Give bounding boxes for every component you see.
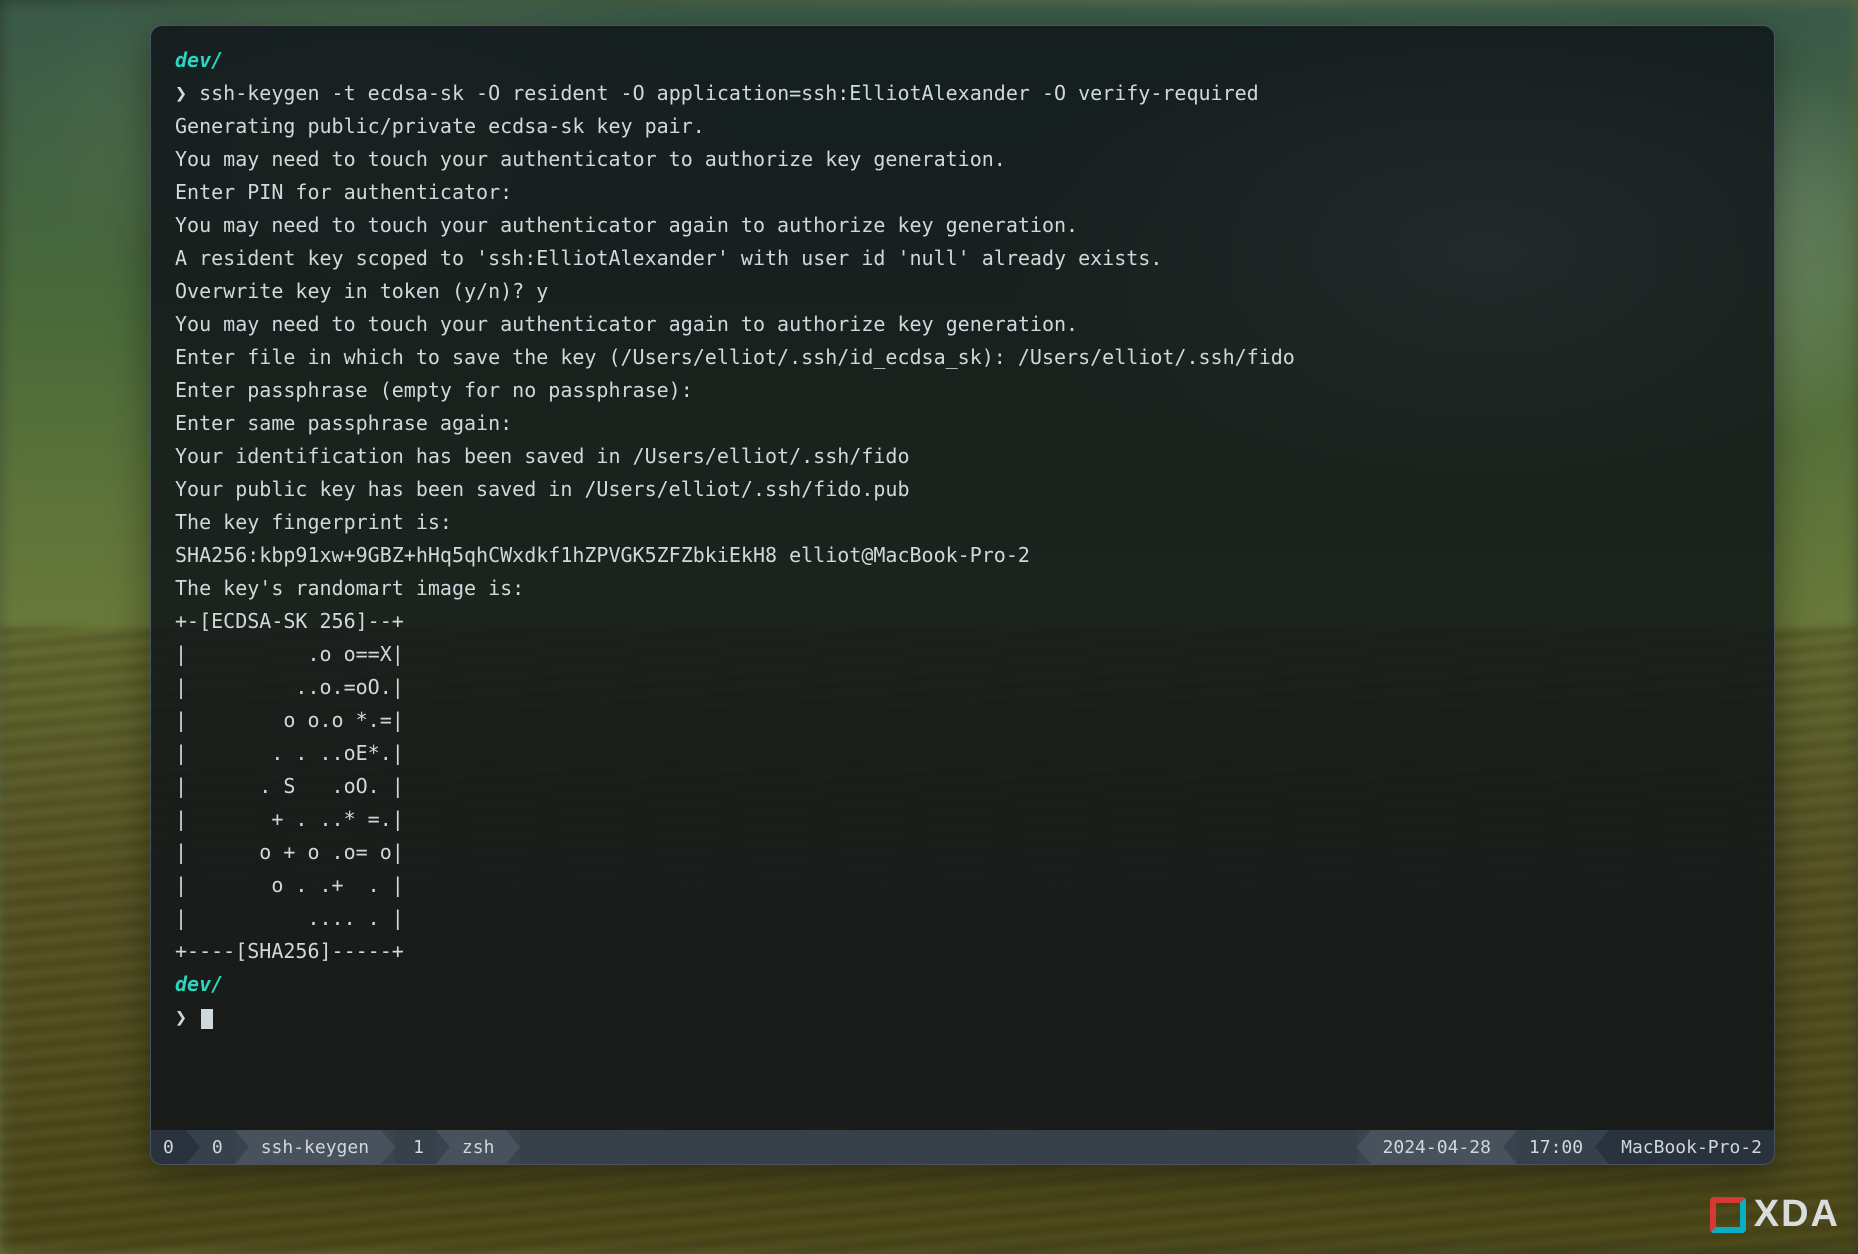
separator-icon [1595, 1130, 1609, 1164]
randomart-line: | .o o==X| [175, 638, 1750, 671]
output-line: Your public key has been saved in /Users… [175, 473, 1750, 506]
output-line: Enter file in which to save the key (/Us… [175, 341, 1750, 374]
separator-icon [436, 1130, 450, 1164]
separator-icon [235, 1130, 249, 1164]
status-session-index[interactable]: 0 [151, 1130, 186, 1164]
prompt-symbol: ❯ [175, 81, 187, 105]
tmux-status-bar[interactable]: 0 0 ssh-keygen 1 zsh 2024-04-28 17:00 Ma… [151, 1130, 1774, 1164]
watermark-text: XDA [1754, 1193, 1840, 1236]
output-line: Your identification has been saved in /U… [175, 440, 1750, 473]
randomart-line: +----[SHA256]-----+ [175, 935, 1750, 968]
output-line: The key's randomart image is: [175, 572, 1750, 605]
watermark: XDA [1710, 1193, 1840, 1236]
command-line-empty[interactable]: ❯ [175, 1001, 1750, 1034]
randomart-line: | o o.o *.=| [175, 704, 1750, 737]
output-line: SHA256:kbp91xw+9GBZ+hHq5qhCWxdkf1hZPVGK5… [175, 539, 1750, 572]
output-line: Enter passphrase (empty for no passphras… [175, 374, 1750, 407]
prompt-path: dev/ [175, 972, 223, 996]
separator-icon [186, 1130, 200, 1164]
prompt-path: dev/ [175, 48, 223, 72]
output-line: Generating public/private ecdsa-sk key p… [175, 110, 1750, 143]
separator-icon [506, 1130, 520, 1164]
status-pane-index[interactable]: 1 [401, 1130, 436, 1164]
output-line: You may need to touch your authenticator… [175, 308, 1750, 341]
status-shell[interactable]: zsh [450, 1130, 507, 1164]
terminal-content[interactable]: dev/ ❯ ssh-keygen -t ecdsa-sk -O residen… [151, 26, 1774, 1130]
status-window-index[interactable]: 0 [200, 1130, 235, 1164]
randomart-line: | + . ..* =.| [175, 803, 1750, 836]
status-right: 2024-04-28 17:00 MacBook-Pro-2 [1357, 1130, 1774, 1164]
status-time: 17:00 [1517, 1130, 1595, 1164]
cursor-icon [201, 1009, 213, 1029]
output-line: You may need to touch your authenticator… [175, 209, 1750, 242]
output-line: Enter PIN for authenticator: [175, 176, 1750, 209]
randomart-line: | . . ..oE*.| [175, 737, 1750, 770]
randomart-line: | . S .oO. | [175, 770, 1750, 803]
prompt-symbol: ❯ [175, 1005, 187, 1029]
output-line: Enter same passphrase again: [175, 407, 1750, 440]
randomart-line: | o + o .o= o| [175, 836, 1750, 869]
output-line: Overwrite key in token (y/n)? y [175, 275, 1750, 308]
status-host: MacBook-Pro-2 [1609, 1130, 1774, 1164]
command-line: ❯ ssh-keygen -t ecdsa-sk -O resident -O … [175, 77, 1750, 110]
xda-logo-icon [1710, 1197, 1746, 1233]
status-left: 0 0 ssh-keygen 1 zsh [151, 1130, 520, 1164]
separator-icon [1357, 1130, 1371, 1164]
randomart-line: +-[ECDSA-SK 256]--+ [175, 605, 1750, 638]
terminal-window[interactable]: dev/ ❯ ssh-keygen -t ecdsa-sk -O residen… [150, 25, 1775, 1165]
status-date: 2024-04-28 [1371, 1130, 1503, 1164]
separator-icon [1503, 1130, 1517, 1164]
output-line: A resident key scoped to 'ssh:ElliotAlex… [175, 242, 1750, 275]
prompt-line-1: dev/ [175, 44, 1750, 77]
output-line: You may need to touch your authenticator… [175, 143, 1750, 176]
randomart-line: | .... . | [175, 902, 1750, 935]
command-text: ssh-keygen -t ecdsa-sk -O resident -O ap… [199, 81, 1259, 105]
randomart-line: | o . .+ . | [175, 869, 1750, 902]
randomart-line: | ..o.=oO.| [175, 671, 1750, 704]
separator-icon [381, 1130, 395, 1164]
output-line: The key fingerprint is: [175, 506, 1750, 539]
status-window-name[interactable]: ssh-keygen [249, 1130, 381, 1164]
prompt-line-2: dev/ [175, 968, 1750, 1001]
